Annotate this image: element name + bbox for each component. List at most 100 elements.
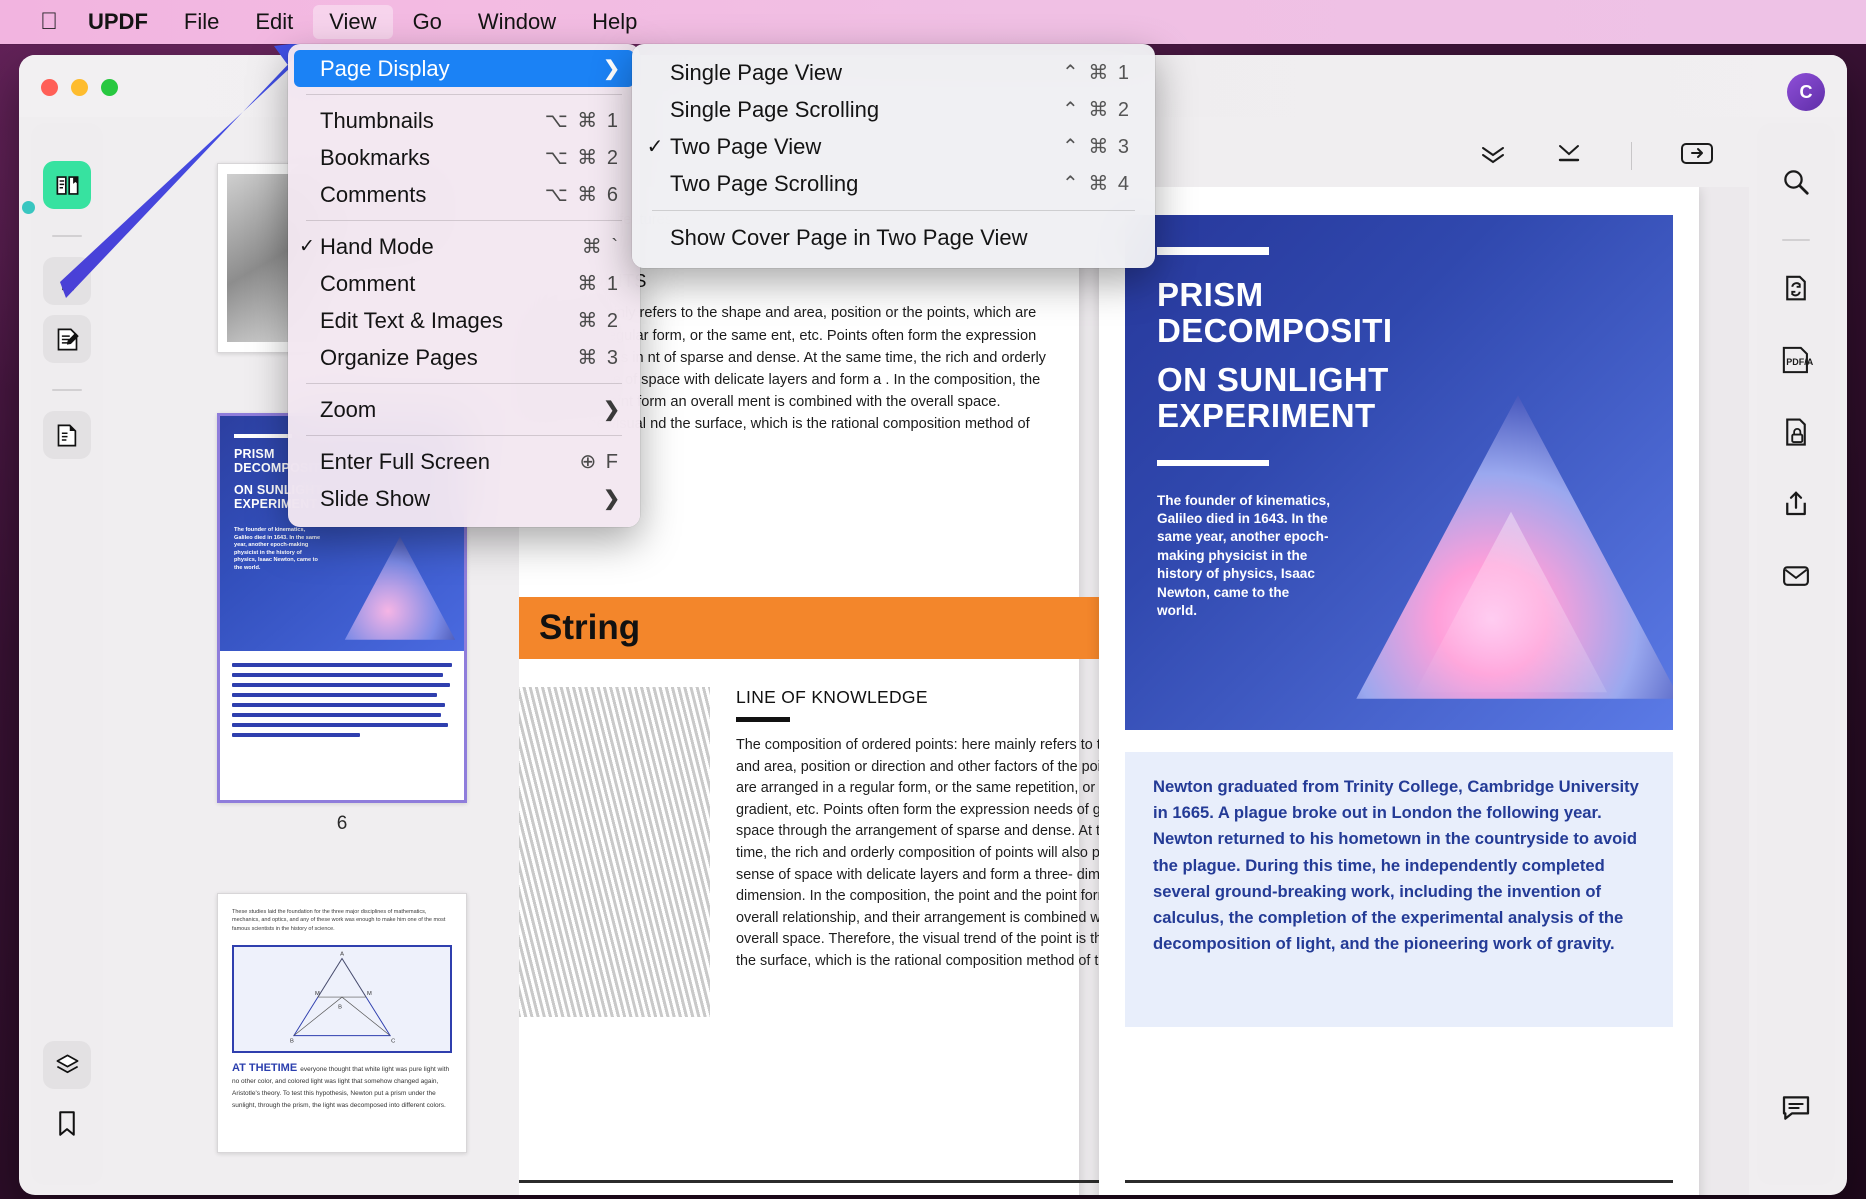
download-icon[interactable] (1555, 142, 1583, 171)
menubar-item-help[interactable]: Help (576, 5, 653, 39)
document-page-right: PRISM DECOMPOSITI ON SUNLIGHT EXPERIMENT… (1099, 187, 1699, 1195)
submenu-item-label: Show Cover Page in Two Page View (670, 224, 1028, 250)
left-page-footer-rule (519, 1180, 1175, 1183)
menu-item-label: Comment (320, 270, 416, 296)
sidebar-item-annotate[interactable] (43, 315, 91, 363)
svg-text:C: C (391, 1038, 395, 1044)
view-menu-item-organize-pages[interactable]: Organize Pages ⌘ 3 (294, 339, 634, 376)
view-menu-dropdown[interactable]: Page Display ❯ Thumbnails ⌥ ⌘ 1 Bookmarks ⌥ ⌘… (288, 44, 640, 527)
view-menu-item-thumbnails[interactable]: Thumbnails ⌥ ⌘ 1 (294, 102, 634, 139)
svg-text:M: M (315, 991, 320, 997)
chevron-right-icon: ❯ (603, 488, 620, 510)
thumbnail-page-7[interactable]: These studies laid the foundation for th… (217, 893, 467, 1153)
menubar-item-window[interactable]: Window (462, 5, 572, 39)
svg-text:M: M (367, 991, 372, 997)
menu-item-shortcut: ⌘ ` (581, 236, 620, 258)
sidebar-item-reader[interactable] (43, 161, 91, 209)
comment-icon[interactable] (1771, 1083, 1821, 1133)
svg-text:B: B (338, 1004, 342, 1010)
thumb7-caption-bold: AT THETIME (232, 1061, 298, 1074)
menubar-item-file[interactable]: File (168, 5, 235, 39)
chevrons-down-icon[interactable] (1479, 143, 1507, 170)
page-display-submenu[interactable]: Single Page View ⌃ ⌘ 1 Single Page Scrolli… (632, 44, 1155, 268)
menu-item-label: Comments (320, 181, 427, 207)
page-display-item-show-cover-page-in-two-page-view[interactable]: Show Cover Page in Two Page View (640, 219, 1147, 256)
protect-icon[interactable] (1771, 407, 1821, 457)
thumb7-diagram: A B C M M B (232, 944, 452, 1053)
page-display-item-two-page-view[interactable]: ✓ Two Page View ⌃ ⌘ 3 (640, 128, 1147, 165)
close-window-button[interactable] (41, 79, 58, 96)
bookmark-icon[interactable] (43, 1099, 91, 1147)
menu-item-label: Bookmarks (320, 144, 431, 170)
view-menu-item-zoom[interactable]: Zoom ❯ (294, 391, 634, 428)
view-menu-item-comment[interactable]: Comment ⌘ 1 (294, 265, 634, 302)
sidebar-item-organize-pages[interactable] (43, 411, 91, 459)
left-page-lower-row: LINE OF KNOWLEDGE The composition of ord… (519, 687, 1175, 1017)
view-menu-item-page-display[interactable]: Page Display ❯ (294, 50, 634, 87)
prism-illustration (344, 536, 456, 640)
page-display-item-single-page-scrolling[interactable]: Single Page Scrolling ⌃ ⌘ 2 (640, 91, 1147, 128)
right-page-footer-rule (1125, 1180, 1673, 1183)
apple-menu-icon[interactable]:  (28, 10, 70, 34)
chevron-right-icon: ❯ (603, 58, 620, 80)
menu-item-label: Slide Show (320, 485, 431, 511)
checkmark-icon: ✓ (299, 236, 315, 257)
submenu-separator (652, 210, 1135, 211)
menu-item-shortcut: ⌥ ⌘ 1 (544, 110, 620, 132)
hero-top-rule (1157, 247, 1269, 255)
view-menu-item-hand-mode[interactable]: ✓ Hand Mode ⌘ ` (294, 228, 634, 265)
share-icon[interactable] (1771, 479, 1821, 529)
thumbnail-body-lines (220, 651, 464, 755)
menu-item-label: Hand Mode (320, 233, 434, 259)
right-page-hero: PRISM DECOMPOSITI ON SUNLIGHT EXPERIMENT… (1125, 215, 1673, 730)
hero-title: PRISM DECOMPOSITI ON SUNLIGHT EXPERIMENT (1157, 277, 1673, 434)
menu-item-shortcut: ⊕ F (579, 451, 620, 473)
window-controls[interactable] (41, 79, 118, 96)
view-menu-item-bookmarks[interactable]: Bookmarks ⌥ ⌘ 2 (294, 139, 634, 176)
submenu-item-shortcut: ⌃ ⌘ 4 (1062, 173, 1131, 195)
view-menu-item-enter-full-screen[interactable]: Enter Full Screen ⊕ F (294, 443, 634, 480)
hero-bottom-rule (1157, 459, 1269, 466)
menubar-item-view[interactable]: View (313, 5, 393, 39)
chevron-right-icon: ❯ (603, 399, 620, 421)
menubar-item-go[interactable]: Go (397, 5, 458, 39)
svg-text:PDF/A: PDF/A (1786, 357, 1813, 367)
checkmark-icon: ✓ (646, 136, 664, 158)
rail-divider-2 (52, 389, 82, 391)
submenu-item-label: Two Page Scrolling (670, 170, 859, 196)
document-viewer[interactable]: ...and recessive features, and recessive… (519, 187, 1749, 1195)
present-screen-icon[interactable] (1680, 141, 1714, 172)
email-icon[interactable] (1771, 551, 1821, 601)
search-icon[interactable] (1771, 157, 1821, 207)
maximize-window-button[interactable] (101, 79, 118, 96)
menu-item-shortcut: ⌘ 2 (577, 310, 620, 332)
menubar-item-edit[interactable]: Edit (239, 5, 309, 39)
sidebar-item-highlighter[interactable] (43, 257, 91, 305)
hero-title-line3: ON SUNLIGHT (1157, 361, 1389, 399)
right-page-textbox: Newton graduated from Trinity College, C… (1125, 752, 1673, 1027)
pdfa-icon[interactable]: PDF/A (1771, 335, 1821, 385)
hero-caption: The founder of kinematics, Galileo died … (1157, 492, 1330, 619)
convert-icon[interactable] (1771, 263, 1821, 313)
layers-icon[interactable] (43, 1041, 91, 1089)
right-rail-bottom (1771, 1083, 1821, 1185)
menu-separator (306, 220, 622, 221)
minimize-window-button[interactable] (71, 79, 88, 96)
right-tool-rail: PDF/A (1757, 123, 1835, 1185)
thumb7-intro: These studies laid the foundation for th… (232, 909, 446, 932)
menu-separator (306, 435, 622, 436)
view-menu-item-slide-show[interactable]: Slide Show ❯ (294, 480, 634, 517)
menu-item-shortcut: ⌥ ⌘ 6 (544, 184, 620, 206)
thumb-hero-caption: The founder of kinematics, Galileo died … (234, 527, 321, 571)
page-display-item-two-page-scrolling[interactable]: Two Page Scrolling ⌃ ⌘ 4 (640, 165, 1147, 202)
menubar-item-updf[interactable]: UPDF (72, 5, 164, 39)
hero-title-line1: PRISM (1157, 276, 1264, 313)
page-display-item-single-page-view[interactable]: Single Page View ⌃ ⌘ 1 (640, 54, 1147, 91)
menu-item-label: Edit Text & Images (320, 307, 504, 333)
avatar[interactable]: C (1787, 73, 1825, 111)
right-rail-divider (1782, 239, 1810, 241)
menu-item-label: Thumbnails (320, 107, 434, 133)
view-menu-item-edit-text-images[interactable]: Edit Text & Images ⌘ 2 (294, 302, 634, 339)
view-menu-item-comments[interactable]: Comments ⌥ ⌘ 6 (294, 176, 634, 213)
section-banner: String (519, 597, 1169, 659)
